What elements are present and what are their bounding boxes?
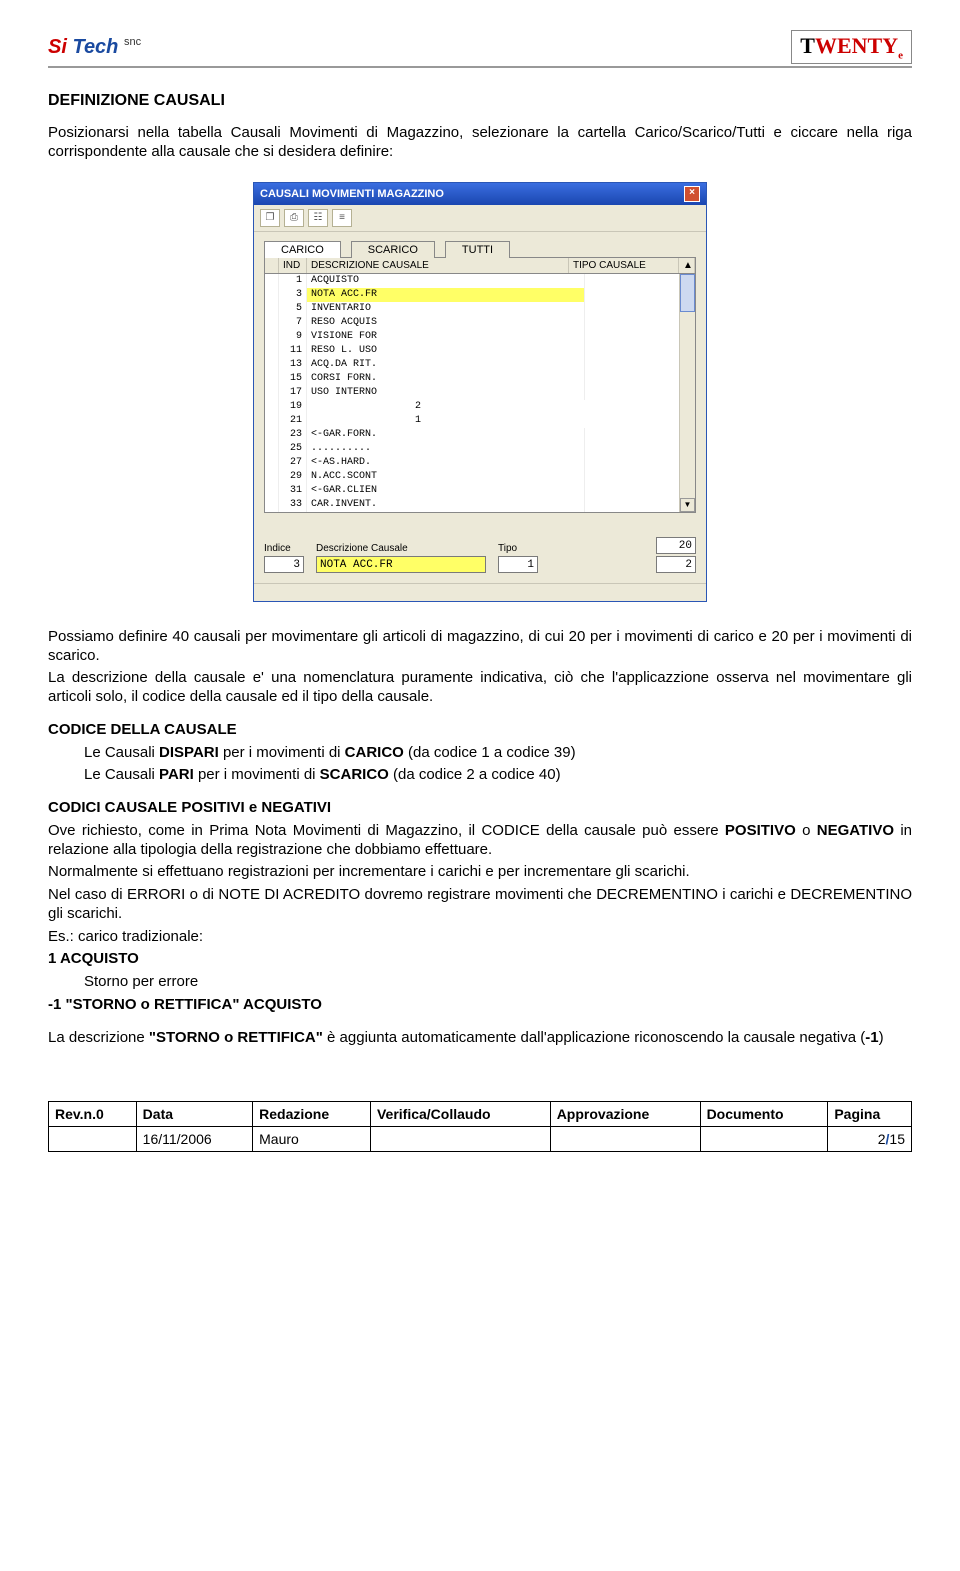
paragraph-3: Ove richiesto, come in Prima Nota Movime… xyxy=(48,822,912,860)
window-toolbar: ❐ ⎙ ☷ ≡ xyxy=(254,205,706,232)
table-row[interactable]: 29N.ACC.SCONT3 xyxy=(265,470,695,484)
scrollbar[interactable]: ▼ xyxy=(679,274,695,512)
paragraph-2: La descrizione della causale e' una nome… xyxy=(48,669,912,707)
table-row[interactable]: 3NOTA ACC.FR1 xyxy=(265,288,695,302)
field-indice[interactable]: 3 xyxy=(264,556,304,573)
tabs: CARICO SCARICO TUTTI xyxy=(254,232,706,257)
fd-redazione: Mauro xyxy=(253,1127,371,1152)
footer-table: Rev.n.0 Data Redazione Verifica/Collaudo… xyxy=(48,1101,912,1152)
logo-tech: Tech xyxy=(67,36,119,58)
fh-pagina: Pagina xyxy=(828,1102,912,1127)
close-icon[interactable]: × xyxy=(684,186,700,202)
paragraph-8: Storno per errore xyxy=(48,973,912,992)
tab-scarico[interactable]: SCARICO xyxy=(351,241,435,258)
fh-approv: Approvazione xyxy=(550,1102,700,1127)
line-pari: Le Causali PARI per i movimenti di SCARI… xyxy=(48,766,912,785)
tab-carico[interactable]: CARICO xyxy=(264,241,341,258)
table-row[interactable]: 5INVENTARIO5 xyxy=(265,302,695,316)
intro-paragraph: Posizionarsi nella tabella Causali Movim… xyxy=(48,124,912,162)
paragraph-5: Nel caso di ERRORI o di NOTE DI ACREDITO… xyxy=(48,886,912,924)
table-row[interactable]: 17USO INTERNO1 xyxy=(265,386,695,400)
bottom-fields: Indice 3 Descrizione Causale NOTA ACC.FR… xyxy=(254,513,706,583)
paragraph-6: Es.: carico tradizionale: xyxy=(48,928,912,947)
table-row[interactable]: 9VISIONE FOR2 xyxy=(265,330,695,344)
fd-rev xyxy=(49,1127,137,1152)
field-extra-1[interactable]: 20 xyxy=(656,537,696,554)
field-descrizione[interactable]: NOTA ACC.FR xyxy=(316,556,486,573)
paragraph-1: Possiamo definire 40 causali per movimen… xyxy=(48,628,912,666)
paragraph-10: La descrizione "STORNO o RETTIFICA" è ag… xyxy=(48,1029,912,1048)
scroll-up-icon[interactable]: ▲ xyxy=(679,258,695,273)
fh-rev: Rev.n.0 xyxy=(49,1102,137,1127)
footer-data-row: 16/11/2006 Mauro 2/15 xyxy=(49,1127,912,1152)
fd-verifica xyxy=(370,1127,550,1152)
table-row[interactable]: 211 xyxy=(265,414,695,428)
paragraph-9: -1 "STORNO o RETTIFICA" ACQUISTO xyxy=(48,996,912,1015)
line-dispari: Le Causali DISPARI per i movimenti di CA… xyxy=(48,744,912,763)
causali-window: CAUSALI MOVIMENTI MAGAZZINO × ❐ ⎙ ☷ ≡ CA… xyxy=(253,182,707,602)
page-title: DEFINIZIONE CAUSALI xyxy=(48,92,912,110)
table-row[interactable]: 11RESO L. USO xyxy=(265,344,695,358)
fh-redazione: Redazione xyxy=(253,1102,371,1127)
scroll-thumb[interactable] xyxy=(680,274,695,312)
table-row[interactable]: 192 xyxy=(265,400,695,414)
scroll-down-icon[interactable]: ▼ xyxy=(680,498,695,512)
footer-header-row: Rev.n.0 Data Redazione Verifica/Collaudo… xyxy=(49,1102,912,1127)
lbl-indice: Indice xyxy=(264,543,304,554)
fh-verifica: Verifica/Collaudo xyxy=(370,1102,550,1127)
fh-data: Data xyxy=(136,1102,252,1127)
causali-list: IND DESCRIZIONE CAUSALE TIPO CAUSALE ▲ 1… xyxy=(264,257,696,513)
table-row[interactable]: 23<-GAR.FORN.6 xyxy=(265,428,695,442)
fd-approv xyxy=(550,1127,700,1152)
toolbar-btn-1[interactable]: ❐ xyxy=(260,209,280,227)
tab-tutti[interactable]: TUTTI xyxy=(445,241,510,258)
toolbar-btn-2[interactable]: ⎙ xyxy=(284,209,304,227)
toolbar-btn-4[interactable]: ≡ xyxy=(332,209,352,227)
col-ind: IND xyxy=(279,258,307,273)
table-row[interactable]: 31<-GAR.CLIEN6 xyxy=(265,484,695,498)
field-extra-2[interactable]: 2 xyxy=(656,556,696,573)
lbl-desc: Descrizione Causale xyxy=(316,543,486,554)
list-body: 1ACQUISTO13NOTA ACC.FR15INVENTARIO57RESO… xyxy=(265,274,695,512)
table-row[interactable]: 27<-AS.HARD.6 xyxy=(265,456,695,470)
fd-pagina: 2/15 xyxy=(828,1127,912,1152)
paragraph-4: Normalmente si effettuano registrazioni … xyxy=(48,863,912,882)
window-title: CAUSALI MOVIMENTI MAGAZZINO xyxy=(260,188,444,200)
table-row[interactable]: 1ACQUISTO1 xyxy=(265,274,695,288)
fd-doc xyxy=(700,1127,828,1152)
logo-twenty: TTWENTYWENTYe xyxy=(791,30,912,64)
table-row[interactable]: 33CAR.INVENT.1 xyxy=(265,498,695,512)
toolbar-btn-3[interactable]: ☷ xyxy=(308,209,328,227)
logo-snc: snc xyxy=(124,36,141,48)
list-header: IND DESCRIZIONE CAUSALE TIPO CAUSALE ▲ xyxy=(265,258,695,274)
table-row[interactable]: 13ACQ.DA RIT.1 xyxy=(265,358,695,372)
table-row[interactable]: 15CORSI FORN.2 xyxy=(265,372,695,386)
fd-data: 16/11/2006 xyxy=(136,1127,252,1152)
col-desc: DESCRIZIONE CAUSALE xyxy=(307,258,569,273)
header-bar: Si Tech snc TTWENTYWENTYe xyxy=(48,30,912,68)
table-row[interactable]: 25..........1 xyxy=(265,442,695,456)
field-tipo[interactable]: 1 xyxy=(498,556,538,573)
fh-doc: Documento xyxy=(700,1102,828,1127)
col-tipo: TIPO CAUSALE xyxy=(569,258,679,273)
window-titlebar[interactable]: CAUSALI MOVIMENTI MAGAZZINO × xyxy=(254,183,706,205)
status-bar xyxy=(254,583,706,601)
logo-si: Si xyxy=(48,36,67,58)
logo-sitech: Si Tech snc xyxy=(48,36,141,59)
subhead-codice: CODICE DELLA CAUSALE xyxy=(48,721,912,740)
table-row[interactable]: 7RESO ACQUIS1 xyxy=(265,316,695,330)
subhead-posneg: CODICI CAUSALE POSITIVI e NEGATIVI xyxy=(48,799,912,818)
lbl-tipo: Tipo xyxy=(498,543,538,554)
paragraph-7: 1 ACQUISTO xyxy=(48,950,912,969)
